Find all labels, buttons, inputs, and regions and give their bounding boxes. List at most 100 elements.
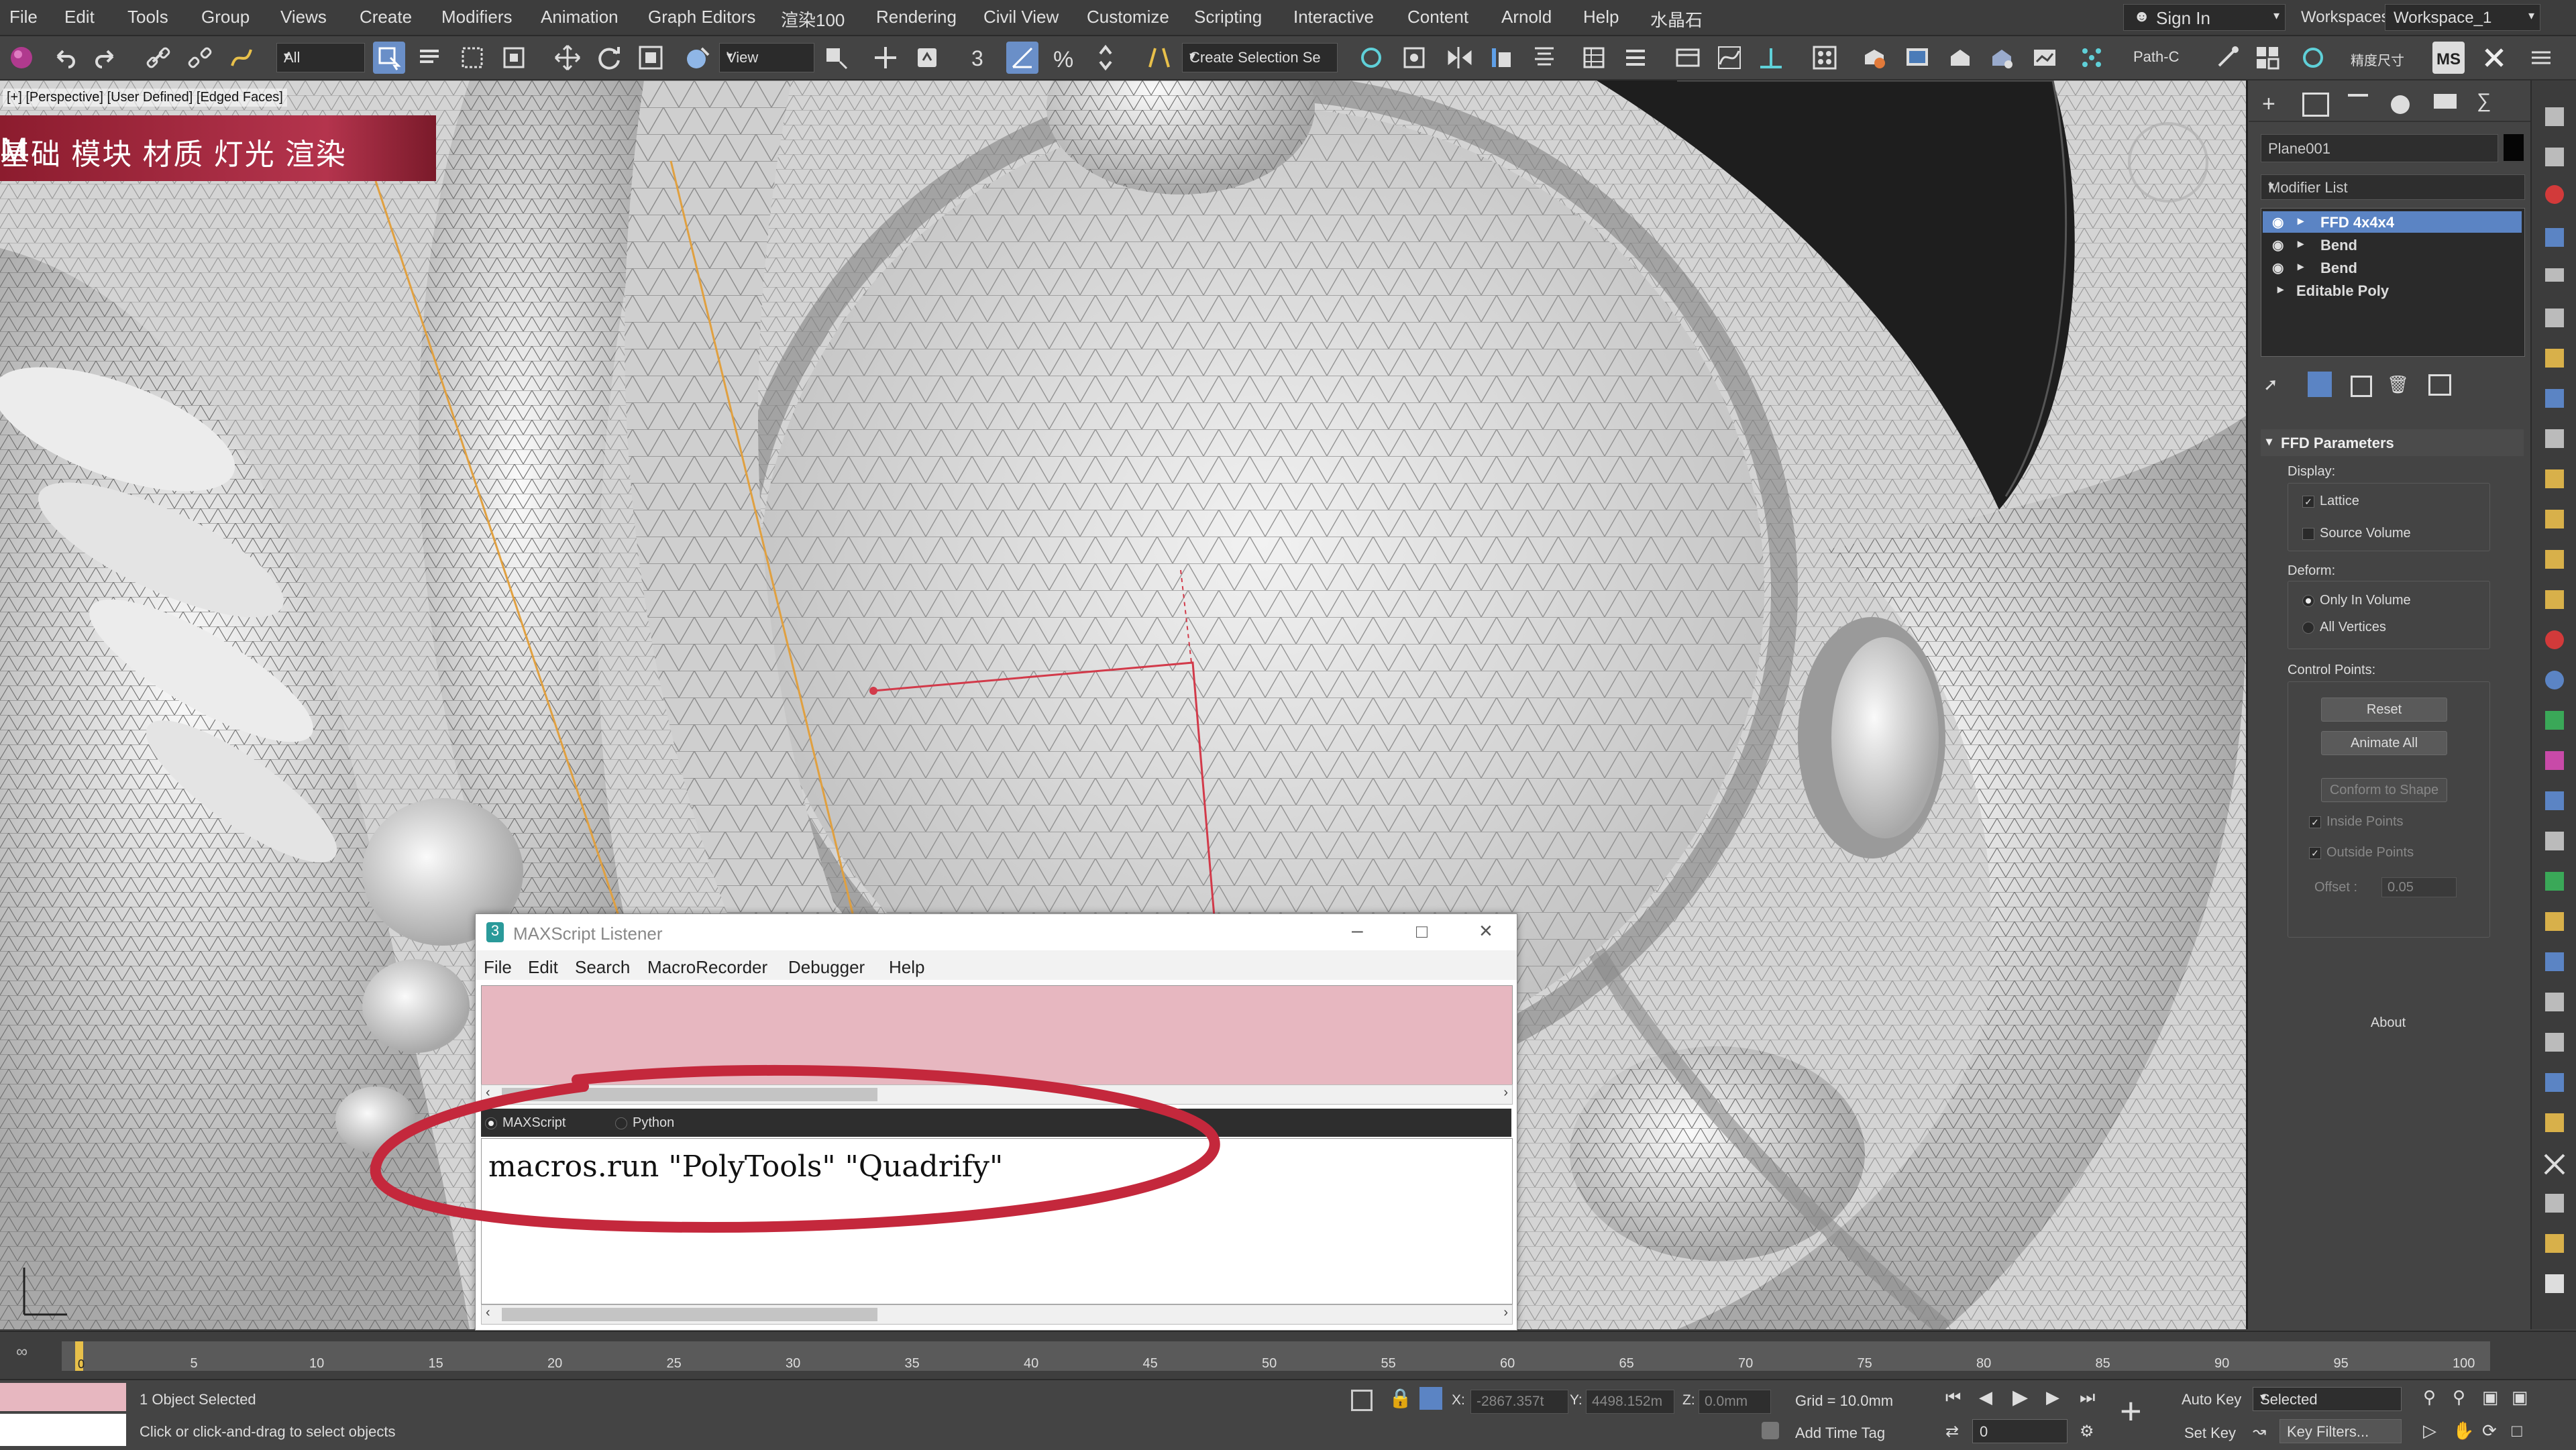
eye-icon[interactable]: ◉ xyxy=(2272,237,2284,254)
modifier-list-dropdown[interactable]: Modifier List ▾ xyxy=(2261,174,2525,200)
rendered-frame-window-icon[interactable] xyxy=(1901,42,1933,74)
listener-menu-search[interactable]: Search xyxy=(575,957,630,978)
toggle-ribbon-icon[interactable] xyxy=(1672,42,1704,74)
absolute-relative-icon[interactable] xyxy=(1419,1387,1442,1410)
listener-menu-macrorecorder[interactable]: MacroRecorder xyxy=(647,957,767,978)
close-script-icon[interactable] xyxy=(2478,42,2510,74)
cn-tool-banner[interactable]: 基础 模块 材质 灯光 渲染 M xyxy=(0,115,436,181)
stack-item-bend[interactable]: ◉ ▸ Bend xyxy=(2263,234,2522,256)
input-horizontal-scrollbar[interactable]: ‹ › xyxy=(481,1304,1513,1325)
workspace-dropdown[interactable]: Workspace_1 ▾ xyxy=(2385,4,2540,31)
next-frame-icon[interactable]: ▶ xyxy=(2046,1387,2059,1408)
render-online-icon[interactable] xyxy=(2029,42,2061,74)
auto-key-button[interactable]: Auto Key xyxy=(2182,1391,2241,1408)
remove-modifier-icon[interactable]: 🗑 xyxy=(2387,374,2409,395)
x-coordinate-field[interactable]: -2867.357t xyxy=(1470,1390,1568,1414)
keyboard-shortcut-override-icon[interactable] xyxy=(911,42,943,74)
object-color-swatch[interactable] xyxy=(2504,134,2524,161)
hierarchy-tab-icon[interactable] xyxy=(2348,94,2368,114)
unlink-icon[interactable] xyxy=(184,42,216,74)
offset-spinner[interactable]: 0.05 xyxy=(2381,877,2457,897)
snaps-toggle-icon[interactable]: 3 xyxy=(963,42,996,74)
menu-scripting[interactable]: Scripting xyxy=(1194,7,1262,27)
precision-size-label[interactable]: 精度尺寸 xyxy=(2351,50,2404,69)
set-key-big-icon[interactable]: + xyxy=(2120,1392,2142,1430)
maximize-icon[interactable]: □ xyxy=(1416,921,1428,942)
menu-arnold[interactable]: Arnold xyxy=(1501,7,1552,27)
motion-tab-icon[interactable] xyxy=(2391,95,2410,114)
isolate-icon[interactable] xyxy=(1398,42,1430,74)
default-tangent-icon[interactable]: ↝ xyxy=(2253,1422,2266,1441)
place-icon[interactable] xyxy=(682,42,714,74)
menu-help[interactable]: Help xyxy=(1583,7,1619,27)
only-in-volume-radio[interactable]: Only In Volume xyxy=(2302,593,2411,608)
viewport-label[interactable]: [+] [Perspective] [User Defined] [Edged … xyxy=(3,89,287,107)
menu-animation[interactable]: Animation xyxy=(541,7,619,27)
menu-rendering[interactable]: Rendering xyxy=(876,7,957,27)
object-name-field[interactable]: Plane001 xyxy=(2261,134,2498,162)
make-unique-icon[interactable] xyxy=(2351,376,2372,397)
stack-item-ffd[interactable]: ◉ ▸ FFD 4x4x4 xyxy=(2263,211,2522,233)
menu-group[interactable]: Group xyxy=(201,7,250,27)
menu-tools[interactable]: Tools xyxy=(127,7,168,27)
configure-modifier-sets-icon[interactable] xyxy=(2428,374,2451,396)
minimize-icon[interactable]: – xyxy=(1352,919,1363,942)
plugin-tool-icon[interactable] xyxy=(2211,42,2243,74)
scene-explorer-icon[interactable] xyxy=(1578,42,1610,74)
modify-tab-icon[interactable] xyxy=(2302,93,2329,117)
angle-snap-icon[interactable] xyxy=(1006,42,1038,74)
grid-tool-icon[interactable] xyxy=(2251,42,2284,74)
scale-icon[interactable] xyxy=(635,42,667,74)
zoom-all-icon[interactable]: ⚲ xyxy=(2453,1387,2465,1408)
path-constraint-label[interactable]: Path-C xyxy=(2133,48,2179,66)
render-setup-icon[interactable] xyxy=(1858,42,1890,74)
create-tab-icon[interactable]: + xyxy=(2262,91,2275,117)
source-volume-checkbox[interactable]: Source Volume xyxy=(2302,526,2411,541)
previous-frame-icon[interactable]: ◀ xyxy=(1979,1387,1992,1408)
z-coordinate-field[interactable]: 0.0mm xyxy=(1699,1390,1771,1414)
utilities-tab-icon[interactable]: ∑ xyxy=(2477,90,2491,113)
menu-render100[interactable]: 渲染100 xyxy=(781,7,845,32)
listener-menu-debugger[interactable]: Debugger xyxy=(788,957,865,978)
listener-menu-file[interactable]: File xyxy=(484,957,512,978)
selection-filter-dropdown[interactable]: All ▾ xyxy=(276,43,365,72)
ms-plugin-icon[interactable]: MS xyxy=(2432,42,2465,74)
y-coordinate-field[interactable]: 4498.152m xyxy=(1586,1390,1674,1414)
all-vertices-radio[interactable]: All Vertices xyxy=(2302,620,2386,635)
select-by-name-icon[interactable] xyxy=(413,42,445,74)
rotate-icon[interactable] xyxy=(593,42,625,74)
go-to-end-icon[interactable]: ⏭ xyxy=(2080,1387,2095,1408)
pivot-center-icon[interactable] xyxy=(820,42,852,74)
bind-space-warp-icon[interactable] xyxy=(225,42,258,74)
expand-icon[interactable]: ▸ xyxy=(2277,282,2284,296)
reset-button[interactable]: Reset xyxy=(2321,698,2447,722)
tool-strip-icons[interactable] xyxy=(2532,80,2576,1329)
zoom-icon[interactable]: ⚲ xyxy=(2423,1387,2436,1408)
align-icon[interactable] xyxy=(1528,42,1560,74)
key-mode-icon[interactable]: ⇄ xyxy=(1945,1422,1959,1441)
link-icon[interactable] xyxy=(142,42,174,74)
add-time-tag[interactable]: Add Time Tag xyxy=(1795,1425,1885,1442)
sync-icon[interactable] xyxy=(2297,42,2329,74)
scrollbar-thumb[interactable] xyxy=(502,1308,877,1321)
conform-to-shape-button[interactable]: Conform to Shape xyxy=(2321,778,2447,802)
listener-menu-help[interactable]: Help xyxy=(889,957,924,978)
curve-editor-icon[interactable] xyxy=(1713,42,1746,74)
eye-icon[interactable]: ◉ xyxy=(2272,214,2284,231)
menu-civil-view[interactable]: Civil View xyxy=(983,7,1059,27)
outside-points-checkbox[interactable]: ✓ Outside Points xyxy=(2309,845,2414,860)
menu-crystal[interactable]: 水晶石 xyxy=(1650,7,1703,32)
mirror-icon[interactable] xyxy=(1444,42,1476,74)
pan-icon[interactable]: ✋ xyxy=(2453,1420,2474,1441)
lattice-checkbox[interactable]: ✓ Lattice xyxy=(2302,494,2359,509)
key-selection-dropdown[interactable]: Selected ▾ xyxy=(2253,1387,2402,1411)
zoom-extents-all-icon[interactable]: ▣ xyxy=(2512,1387,2528,1408)
animate-all-button[interactable]: Animate All xyxy=(2321,731,2447,755)
display-tab-icon[interactable] xyxy=(2434,94,2457,109)
expand-icon[interactable]: ▸ xyxy=(2298,260,2304,274)
app-logo-icon[interactable] xyxy=(5,42,38,74)
rollout-header[interactable]: ▾ FFD Parameters xyxy=(2261,429,2524,456)
set-key-button[interactable]: Set Key xyxy=(2184,1425,2236,1442)
field-of-view-icon[interactable]: ▷ xyxy=(2423,1420,2436,1441)
layer-explorer-icon[interactable] xyxy=(1619,42,1652,74)
